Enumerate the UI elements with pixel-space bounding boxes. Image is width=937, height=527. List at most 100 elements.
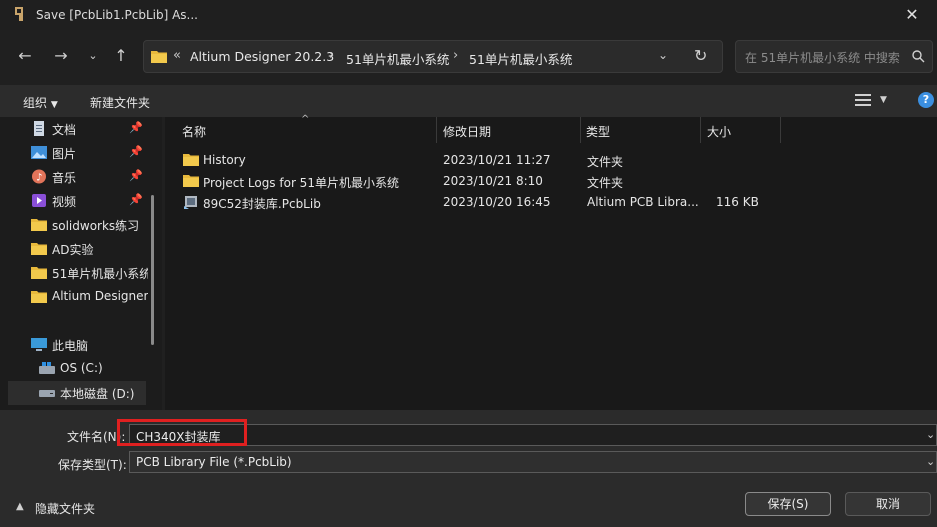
- command-bar: 组织 ▼ 新建文件夹 ▼ ?: [0, 85, 937, 117]
- table-row[interactable]: History 2023/10/21 11:27 文件夹: [165, 150, 937, 171]
- breadcrumb-overflow[interactable]: «: [173, 48, 181, 63]
- sidebar-item-pictures[interactable]: 图片 📌: [0, 141, 148, 165]
- sidebar-item-label: Altium Designer: [52, 289, 148, 303]
- organize-button[interactable]: 组织 ▼: [23, 94, 58, 111]
- breadcrumb-item[interactable]: 51单片机最小系统: [469, 49, 572, 68]
- save-form: 文件名(N): CH340X封装库 ⌄ 保存类型(T): PCB Library…: [0, 410, 937, 527]
- file-type: 文件夹: [587, 176, 624, 190]
- save-button[interactable]: 保存(S): [745, 492, 831, 516]
- sidebar-item-solidworks[interactable]: solidworks练习: [0, 213, 148, 237]
- folder-icon: [31, 267, 47, 279]
- computer-icon: [31, 338, 47, 351]
- filename-dropdown-icon[interactable]: ⌄: [926, 428, 935, 441]
- refresh-icon[interactable]: ↻: [694, 46, 707, 65]
- file-type: 文件夹: [587, 155, 624, 169]
- sidebar-item-label: 图片: [52, 147, 77, 161]
- pin-icon: 📌: [129, 145, 143, 158]
- column-separator[interactable]: [780, 117, 781, 143]
- sidebar-item-drive-c[interactable]: OS (C:): [0, 357, 148, 381]
- address-dropdown-icon[interactable]: ⌄: [658, 48, 668, 62]
- altium-app-icon: [15, 7, 23, 21]
- new-folder-button[interactable]: 新建文件夹: [90, 94, 150, 111]
- forward-icon[interactable]: →: [48, 43, 74, 69]
- filetype-value: PCB Library File (*.PcbLib): [136, 455, 292, 469]
- folder-icon: [183, 175, 199, 187]
- sidebar-item-label: OS (C:): [60, 361, 103, 375]
- document-icon: [34, 121, 44, 136]
- column-header-type[interactable]: 类型: [586, 123, 610, 140]
- filetype-dropdown-icon[interactable]: ⌄: [926, 455, 935, 468]
- column-separator[interactable]: [700, 117, 701, 143]
- address-bar[interactable]: « Altium Designer 20.2.3 › 51单片机最小系统 › 5…: [143, 40, 723, 73]
- breadcrumb-chevron-icon[interactable]: ›: [453, 48, 458, 63]
- pin-icon: 📌: [129, 193, 143, 206]
- column-separator[interactable]: [580, 117, 581, 143]
- folder-icon: [183, 154, 199, 166]
- highlight-box: [117, 419, 247, 446]
- sidebar-scrollbar[interactable]: [151, 195, 154, 345]
- sidebar-item-documents[interactable]: 文档 📌: [0, 117, 148, 141]
- picture-icon: [31, 146, 47, 159]
- search-input[interactable]: 在 51单片机最小系统 中搜索: [735, 40, 933, 73]
- title-bar: Save [PcbLib1.PcbLib] As... ✕: [0, 0, 937, 30]
- breadcrumb-item[interactable]: 51单片机最小系统: [346, 49, 449, 68]
- music-icon: ♪: [32, 169, 46, 184]
- back-icon[interactable]: ←: [12, 43, 38, 69]
- view-dropdown-icon[interactable]: ▼: [880, 95, 887, 105]
- sidebar-item-label: solidworks练习: [52, 219, 140, 233]
- file-date: 2023/10/21 8:10: [443, 174, 543, 188]
- column-header-date[interactable]: 修改日期: [443, 123, 491, 140]
- file-type: Altium PCB Libra...: [587, 195, 699, 209]
- cancel-button[interactable]: 取消: [845, 492, 931, 516]
- column-header-size[interactable]: 大小: [707, 123, 731, 140]
- sidebar-item-label: AD实验: [52, 243, 94, 257]
- file-name: Project Logs for 51单片机最小系统: [203, 176, 399, 190]
- window-title: Save [PcbLib1.PcbLib] As...: [36, 8, 198, 22]
- sidebar-item-videos[interactable]: 视频 📌: [0, 189, 148, 213]
- breadcrumb-item[interactable]: Altium Designer 20.2.3: [190, 49, 334, 64]
- folder-icon: [31, 243, 47, 255]
- view-options-icon[interactable]: [855, 93, 871, 107]
- up-icon[interactable]: ↑: [108, 43, 134, 69]
- table-row[interactable]: 89C52封装库.PcbLib 2023/10/20 16:45 Altium …: [165, 192, 937, 213]
- sidebar-item-label: 视频: [52, 195, 77, 209]
- navigation-pane: 文档 📌 图片 📌 ♪ 音乐 📌 视频 📌 solidworks练习 AD实验 …: [0, 117, 162, 410]
- windows-drive-icon: [39, 362, 55, 374]
- help-icon[interactable]: ?: [918, 92, 934, 108]
- filetype-label: 保存类型(T):: [58, 458, 127, 472]
- filename-input[interactable]: CH340X封装库 ⌄: [129, 424, 937, 446]
- file-date: 2023/10/20 16:45: [443, 195, 551, 209]
- search-icon: [912, 50, 925, 63]
- pcblib-file-icon: [184, 196, 197, 209]
- column-separator[interactable]: [436, 117, 437, 143]
- folder-icon: [31, 291, 47, 303]
- sidebar-item-drive-d[interactable]: 本地磁盘 (D:): [8, 381, 146, 405]
- recent-locations-chevron-icon[interactable]: ⌄: [80, 43, 106, 69]
- column-header-name[interactable]: 名称: [182, 123, 206, 140]
- sidebar-item-label: 本地磁盘 (D:): [60, 387, 135, 401]
- folder-icon: [31, 219, 47, 231]
- sidebar-item-this-pc[interactable]: 此电脑: [0, 333, 148, 357]
- sidebar-item-51-system[interactable]: 51单片机最小系统: [0, 261, 148, 285]
- sidebar-item-music[interactable]: ♪ 音乐 📌: [0, 165, 148, 189]
- breadcrumb-chevron-icon[interactable]: ›: [329, 48, 334, 63]
- file-date: 2023/10/21 11:27: [443, 153, 551, 167]
- sidebar-item-label: 音乐: [52, 171, 77, 185]
- file-size: 116 KB: [716, 195, 759, 209]
- hide-folders-button[interactable]: 隐藏文件夹: [35, 500, 95, 517]
- sidebar-item-label: 此电脑: [52, 339, 89, 353]
- sidebar-item-label: 文档: [52, 123, 77, 137]
- collapse-chevron-icon[interactable]: ▲: [16, 501, 24, 512]
- folder-icon: [151, 51, 167, 63]
- sidebar-item-label: 51单片机最小系统: [52, 267, 148, 281]
- filetype-select[interactable]: PCB Library File (*.PcbLib) ⌄: [129, 451, 937, 473]
- search-placeholder: 在 51单片机最小系统 中搜索: [745, 51, 900, 65]
- close-icon[interactable]: ✕: [902, 5, 922, 25]
- file-name: 89C52封装库.PcbLib: [203, 197, 321, 211]
- table-row[interactable]: Project Logs for 51单片机最小系统 2023/10/21 8:…: [165, 171, 937, 192]
- sidebar-item-altium-designer[interactable]: Altium Designer: [0, 285, 148, 309]
- drive-icon: [39, 390, 55, 397]
- file-name: History: [203, 153, 246, 167]
- file-list: ^ 名称 修改日期 类型 大小 History 2023/10/21 11:27…: [165, 114, 937, 410]
- sidebar-item-ad-lab[interactable]: AD实验: [0, 237, 148, 261]
